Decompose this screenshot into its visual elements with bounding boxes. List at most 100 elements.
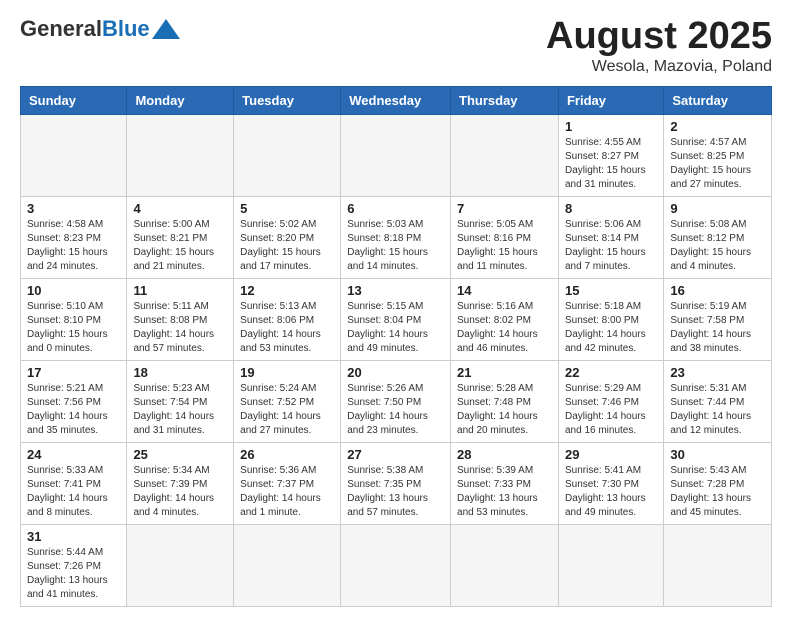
day-info: Sunrise: 5:44 AM Sunset: 7:26 PM Dayligh…: [27, 546, 120, 602]
calendar-day-cell: [21, 114, 127, 196]
day-number: 26: [240, 447, 334, 462]
day-info: Sunrise: 5:39 AM Sunset: 7:33 PM Dayligh…: [457, 464, 552, 520]
calendar-header-thursday: Thursday: [451, 86, 559, 114]
logo-text: General Blue: [20, 16, 180, 42]
logo-general: General: [20, 16, 102, 42]
day-info: Sunrise: 5:31 AM Sunset: 7:44 PM Dayligh…: [670, 382, 765, 438]
calendar-day-cell: 27 Sunrise: 5:38 AM Sunset: 7:35 PM Dayli…: [341, 442, 451, 524]
day-info: Sunrise: 5:24 AM Sunset: 7:52 PM Dayligh…: [240, 382, 334, 438]
day-info: Sunrise: 4:58 AM Sunset: 8:23 PM Dayligh…: [27, 218, 120, 274]
day-info: Sunrise: 5:23 AM Sunset: 7:54 PM Dayligh…: [133, 382, 227, 438]
day-info: Sunrise: 5:29 AM Sunset: 7:46 PM Dayligh…: [565, 382, 657, 438]
day-number: 22: [565, 365, 657, 380]
day-info: Sunrise: 5:00 AM Sunset: 8:21 PM Dayligh…: [133, 218, 227, 274]
calendar-week-row: 3 Sunrise: 4:58 AM Sunset: 8:23 PM Daylig…: [21, 196, 772, 278]
calendar-header-saturday: Saturday: [664, 86, 772, 114]
calendar-day-cell: 31 Sunrise: 5:44 AM Sunset: 7:26 PM Dayli…: [21, 524, 127, 606]
day-info: Sunrise: 4:57 AM Sunset: 8:25 PM Dayligh…: [670, 136, 765, 192]
calendar-day-cell: 22 Sunrise: 5:29 AM Sunset: 7:46 PM Dayli…: [558, 360, 663, 442]
calendar-week-row: 1 Sunrise: 4:55 AM Sunset: 8:27 PM Daylig…: [21, 114, 772, 196]
day-info: Sunrise: 5:16 AM Sunset: 8:02 PM Dayligh…: [457, 300, 552, 356]
day-info: Sunrise: 5:43 AM Sunset: 7:28 PM Dayligh…: [670, 464, 765, 520]
calendar-day-cell: 30Sunrise: 5:43 AM Sunset: 7:28 PM Dayli…: [664, 442, 772, 524]
day-number: 31: [27, 529, 120, 544]
calendar-header-sunday: Sunday: [21, 86, 127, 114]
calendar-header-friday: Friday: [558, 86, 663, 114]
calendar-header-wednesday: Wednesday: [341, 86, 451, 114]
calendar-day-cell: 25Sunrise: 5:34 AM Sunset: 7:39 PM Dayli…: [127, 442, 234, 524]
calendar-day-cell: 26Sunrise: 5:36 AM Sunset: 7:37 PM Dayli…: [234, 442, 341, 524]
day-info: Sunrise: 5:08 AM Sunset: 8:12 PM Dayligh…: [670, 218, 765, 274]
day-number: 29: [565, 447, 657, 462]
calendar-table: SundayMondayTuesdayWednesdayThursdayFrid…: [20, 86, 772, 607]
calendar-day-cell: 4Sunrise: 5:00 AM Sunset: 8:21 PM Daylig…: [127, 196, 234, 278]
day-number: 25: [133, 447, 227, 462]
calendar-day-cell: 11Sunrise: 5:11 AM Sunset: 8:08 PM Dayli…: [127, 278, 234, 360]
calendar-day-cell: 2 Sunrise: 4:57 AM Sunset: 8:25 PM Daylig…: [664, 114, 772, 196]
calendar-day-cell: [127, 114, 234, 196]
title-block: August 2025 Wesola, Mazovia, Poland: [546, 16, 772, 76]
calendar-day-cell: 20Sunrise: 5:26 AM Sunset: 7:50 PM Dayli…: [341, 360, 451, 442]
day-number: 5: [240, 201, 334, 216]
day-number: 1: [565, 119, 657, 134]
logo: General Blue: [20, 16, 180, 42]
day-number: 24: [27, 447, 120, 462]
day-number: 18: [133, 365, 227, 380]
calendar-day-cell: [451, 524, 559, 606]
day-number: 2: [670, 119, 765, 134]
header: General Blue August 2025 Wesola, Mazovia…: [20, 16, 772, 76]
calendar-day-cell: 9 Sunrise: 5:08 AM Sunset: 8:12 PM Daylig…: [664, 196, 772, 278]
calendar-week-row: 24 Sunrise: 5:33 AM Sunset: 7:41 PM Dayli…: [21, 442, 772, 524]
calendar-day-cell: 15Sunrise: 5:18 AM Sunset: 8:00 PM Dayli…: [558, 278, 663, 360]
day-number: 10: [27, 283, 120, 298]
day-number: 15: [565, 283, 657, 298]
calendar-day-cell: [558, 524, 663, 606]
calendar-day-cell: 7Sunrise: 5:05 AM Sunset: 8:16 PM Daylig…: [451, 196, 559, 278]
day-info: Sunrise: 5:02 AM Sunset: 8:20 PM Dayligh…: [240, 218, 334, 274]
day-number: 9: [670, 201, 765, 216]
calendar-day-cell: [341, 524, 451, 606]
calendar-day-cell: 28Sunrise: 5:39 AM Sunset: 7:33 PM Dayli…: [451, 442, 559, 524]
calendar-day-cell: 1 Sunrise: 4:55 AM Sunset: 8:27 PM Daylig…: [558, 114, 663, 196]
calendar-day-cell: 18 Sunrise: 5:23 AM Sunset: 7:54 PM Dayli…: [127, 360, 234, 442]
calendar-day-cell: 29Sunrise: 5:41 AM Sunset: 7:30 PM Dayli…: [558, 442, 663, 524]
day-number: 16: [670, 283, 765, 298]
calendar-day-cell: [451, 114, 559, 196]
calendar-day-cell: 3 Sunrise: 4:58 AM Sunset: 8:23 PM Daylig…: [21, 196, 127, 278]
day-info: Sunrise: 4:55 AM Sunset: 8:27 PM Dayligh…: [565, 136, 657, 192]
day-info: Sunrise: 5:38 AM Sunset: 7:35 PM Dayligh…: [347, 464, 444, 520]
calendar-day-cell: 5 Sunrise: 5:02 AM Sunset: 8:20 PM Daylig…: [234, 196, 341, 278]
day-number: 3: [27, 201, 120, 216]
calendar-day-cell: 23 Sunrise: 5:31 AM Sunset: 7:44 PM Dayli…: [664, 360, 772, 442]
page: General Blue August 2025 Wesola, Mazovia…: [0, 0, 792, 623]
calendar-day-cell: 21 Sunrise: 5:28 AM Sunset: 7:48 PM Dayli…: [451, 360, 559, 442]
day-info: Sunrise: 5:15 AM Sunset: 8:04 PM Dayligh…: [347, 300, 444, 356]
day-info: Sunrise: 5:28 AM Sunset: 7:48 PM Dayligh…: [457, 382, 552, 438]
day-number: 27: [347, 447, 444, 462]
calendar-header-row: SundayMondayTuesdayWednesdayThursdayFrid…: [21, 86, 772, 114]
day-info: Sunrise: 5:10 AM Sunset: 8:10 PM Dayligh…: [27, 300, 120, 356]
calendar-day-cell: [664, 524, 772, 606]
day-info: Sunrise: 5:03 AM Sunset: 8:18 PM Dayligh…: [347, 218, 444, 274]
calendar-day-cell: [127, 524, 234, 606]
calendar-day-cell: 6 Sunrise: 5:03 AM Sunset: 8:18 PM Daylig…: [341, 196, 451, 278]
calendar-day-cell: 8Sunrise: 5:06 AM Sunset: 8:14 PM Daylig…: [558, 196, 663, 278]
day-number: 20: [347, 365, 444, 380]
day-number: 8: [565, 201, 657, 216]
calendar-day-cell: 14Sunrise: 5:16 AM Sunset: 8:02 PM Dayli…: [451, 278, 559, 360]
day-info: Sunrise: 5:21 AM Sunset: 7:56 PM Dayligh…: [27, 382, 120, 438]
calendar-day-cell: 24 Sunrise: 5:33 AM Sunset: 7:41 PM Dayli…: [21, 442, 127, 524]
calendar-week-row: 31 Sunrise: 5:44 AM Sunset: 7:26 PM Dayli…: [21, 524, 772, 606]
day-info: Sunrise: 5:33 AM Sunset: 7:41 PM Dayligh…: [27, 464, 120, 520]
day-number: 21: [457, 365, 552, 380]
day-info: Sunrise: 5:05 AM Sunset: 8:16 PM Dayligh…: [457, 218, 552, 274]
day-number: 6: [347, 201, 444, 216]
calendar-day-cell: 13Sunrise: 5:15 AM Sunset: 8:04 PM Dayli…: [341, 278, 451, 360]
day-info: Sunrise: 5:13 AM Sunset: 8:06 PM Dayligh…: [240, 300, 334, 356]
day-info: Sunrise: 5:19 AM Sunset: 7:58 PM Dayligh…: [670, 300, 765, 356]
day-number: 23: [670, 365, 765, 380]
logo-blue: Blue: [102, 16, 150, 42]
calendar-day-cell: 10 Sunrise: 5:10 AM Sunset: 8:10 PM Dayli…: [21, 278, 127, 360]
day-number: 17: [27, 365, 120, 380]
day-number: 12: [240, 283, 334, 298]
